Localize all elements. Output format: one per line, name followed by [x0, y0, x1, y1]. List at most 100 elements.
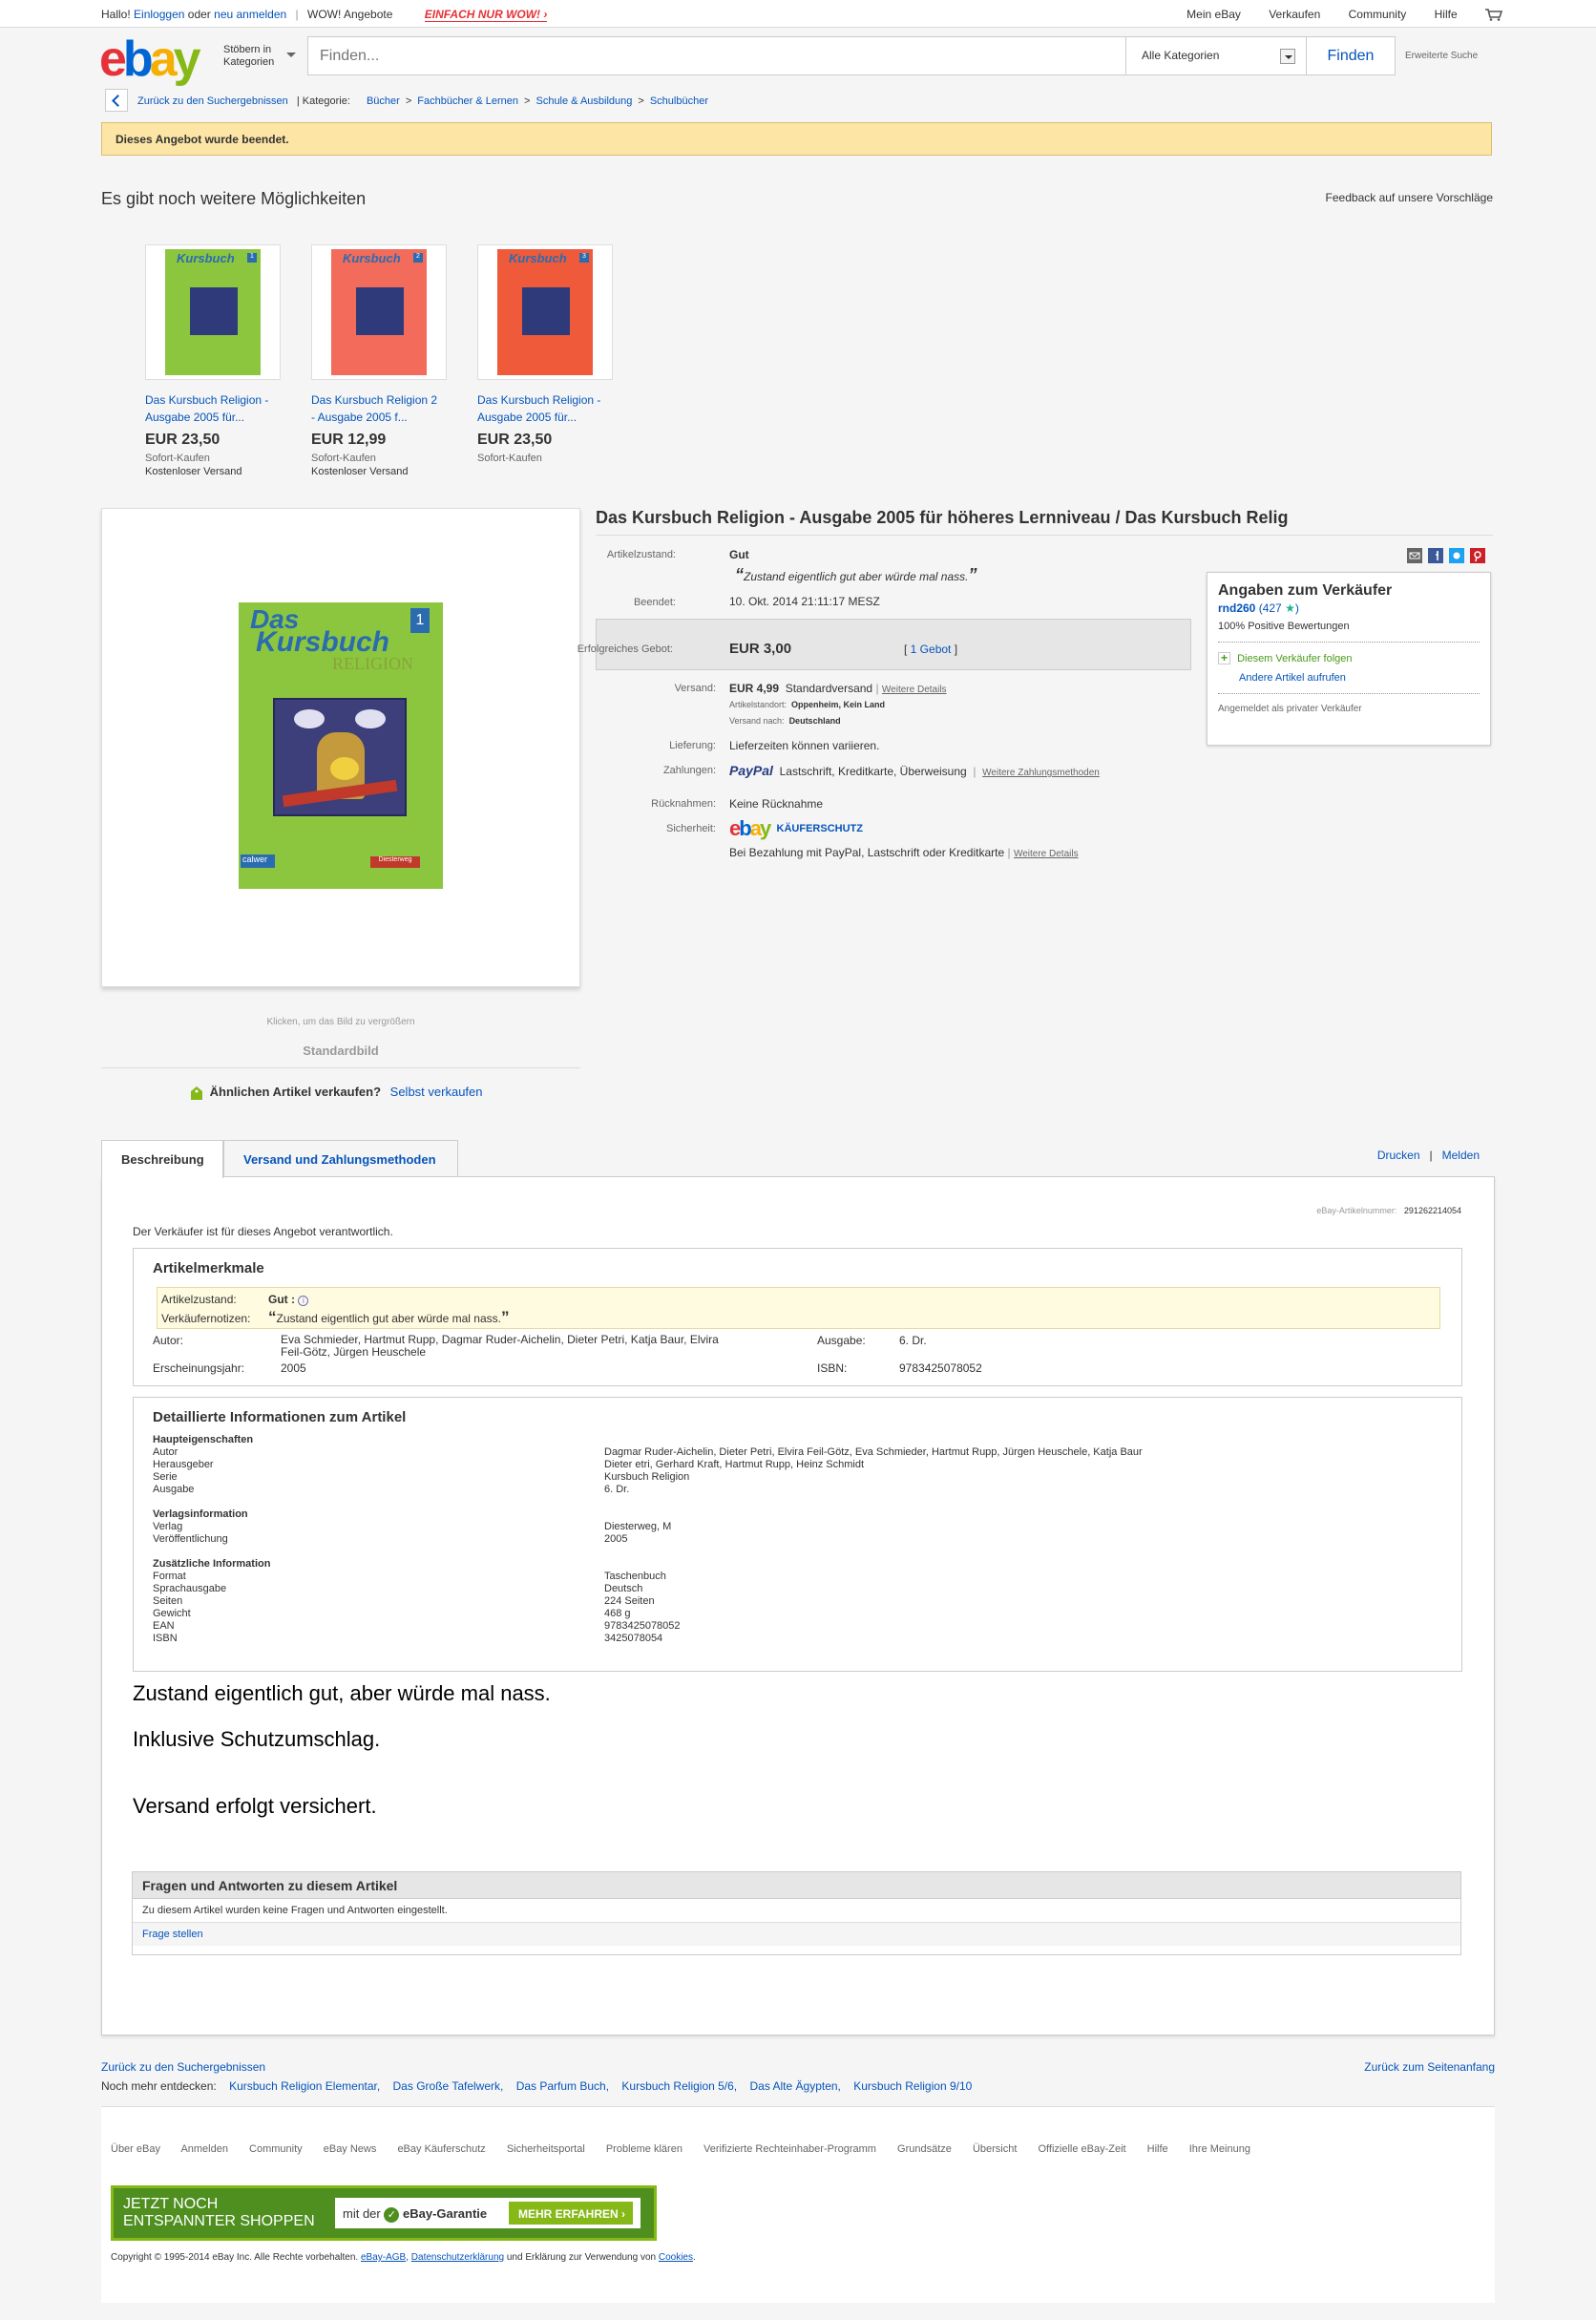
questions-answers-box: Fragen und Antworten zu diesem Artikel Z… — [132, 1871, 1461, 1955]
pinterest-icon[interactable] — [1470, 548, 1485, 563]
condition-note: “Zustand eigentlich gut aber würde mal n… — [735, 565, 977, 584]
item-title: Das Kursbuch Religion - Ausgabe 2005 für… — [596, 508, 1289, 527]
more-label: Noch mehr entdecken: — [101, 2079, 217, 2093]
back-to-results-link[interactable]: Zurück zu den Suchergebnissen — [137, 95, 288, 107]
recommendation-thumbnail[interactable]: 3 Kursbuch — [477, 244, 613, 380]
tab-description[interactable]: Beschreibung — [101, 1140, 223, 1178]
shipping-details-link[interactable]: Weitere Details — [882, 685, 947, 695]
detail-value: 9783425078052 — [604, 1620, 681, 1632]
footer-back-link[interactable]: Zurück zu den Suchergebnissen — [101, 2060, 265, 2074]
cover-art — [522, 287, 570, 335]
book-cover-image: 3 Kursbuch — [497, 249, 593, 375]
learn-more-button[interactable]: MEHR ERFAHREN › — [509, 2202, 633, 2225]
footer-link[interactable]: Grundsätze — [897, 2143, 952, 2155]
detail-key: Autor — [153, 1446, 178, 1458]
recommendation-title[interactable]: Das Kursbuch Religion - Ausgabe 2005 für.… — [477, 391, 620, 426]
recommendation-title-line: Das Kursbuch Religion 2 — [311, 393, 438, 407]
recommendation-title-line: Ausgabe 2005 für... — [477, 411, 578, 424]
breadcrumb-item[interactable]: Bücher — [367, 95, 400, 107]
terms-link[interactable]: eBay-AGB — [361, 2252, 406, 2263]
footer-link[interactable]: Probleme klären — [606, 2143, 682, 2155]
report-link[interactable]: Melden — [1442, 1149, 1480, 1162]
paypal-logo: PayPal — [729, 763, 773, 778]
guarantee-promo-banner[interactable]: JETZT NOCH ENTSPANNTER SHOPPEN mit der ✓ … — [111, 2185, 657, 2241]
explore-link[interactable]: Kursbuch Religion 5/6, — [621, 2079, 737, 2093]
footer-link[interactable]: eBay News — [324, 2143, 377, 2155]
recommendation-title[interactable]: Das Kursbuch Religion - Ausgabe 2005 für.… — [145, 391, 288, 426]
browse-categories-button[interactable]: Stöbern in Kategorien — [223, 44, 296, 69]
info-icon[interactable]: i — [298, 1296, 309, 1306]
login-link[interactable]: Einloggen — [134, 8, 184, 21]
explore-link[interactable]: Das Große Tafelwerk, — [393, 2079, 504, 2093]
bid-count-link[interactable]: [ 1 Gebot ] — [904, 643, 957, 656]
explore-link[interactable]: Kursbuch Religion Elementar, — [229, 2079, 380, 2093]
footer-link[interactable]: Anmelden — [180, 2143, 228, 2155]
community-link[interactable]: Community — [1349, 8, 1407, 21]
recommendation-title[interactable]: Das Kursbuch Religion 2 - Ausgabe 2005 f.… — [311, 391, 454, 426]
wow-offers-link[interactable]: WOW! Angebote — [307, 8, 392, 21]
recommendation-shipping: Kostenloser Versand — [145, 466, 242, 477]
logo-a: a — [149, 32, 178, 87]
search-input[interactable] — [308, 37, 1125, 74]
footer-link[interactable]: Community — [249, 2143, 303, 2155]
footer-link[interactable]: Hilfe — [1147, 2143, 1168, 2155]
find-button[interactable]: Finden — [1306, 36, 1396, 75]
recommendation-card[interactable]: 1 Kursbuch Das Kursbuch Religion - Ausgab… — [145, 244, 288, 477]
footer-link[interactable]: Übersicht — [973, 2143, 1017, 2155]
recommendation-card[interactable]: 2 Kursbuch Das Kursbuch Religion 2 - Ausg… — [311, 244, 454, 477]
recommendation-card[interactable]: 3 Kursbuch Das Kursbuch Religion - Ausgab… — [477, 244, 620, 466]
footer-link[interactable]: eBay Käuferschutz — [397, 2143, 485, 2155]
footer-link[interactable]: Verifizierte Rechteinhaber-Programm — [704, 2143, 876, 2155]
recommendation-type: Sofort-Kaufen — [311, 453, 376, 464]
explore-link[interactable]: Das Alte Ägypten, — [750, 2079, 841, 2093]
feedback-score-link[interactable]: 427 — [1263, 601, 1282, 615]
detail-key: Veröffentlichung — [153, 1533, 228, 1545]
category-select[interactable]: Alle Kategorien — [1125, 37, 1307, 74]
print-link[interactable]: Drucken — [1377, 1149, 1420, 1162]
sell-similar-text: Ähnlichen Artikel verkaufen? — [209, 1085, 382, 1099]
explore-link[interactable]: Das Parfum Buch, — [516, 2079, 609, 2093]
email-icon[interactable] — [1407, 548, 1422, 563]
feedback-link[interactable]: Feedback auf unsere Vorschläge — [1326, 191, 1493, 204]
follow-seller-row[interactable]: + Diesem Verkäufer folgen — [1218, 652, 1480, 664]
my-ebay-link[interactable]: Mein eBay — [1186, 8, 1241, 21]
footer-link[interactable]: Sicherheitsportal — [507, 2143, 585, 2155]
breadcrumb-item[interactable]: Schulbücher — [650, 95, 708, 107]
detail-row: ISBN 3425078054 — [153, 1633, 1432, 1645]
cookies-link[interactable]: Cookies — [659, 2252, 693, 2263]
seller-name-link[interactable]: rnd260 — [1218, 601, 1255, 615]
ship-to-label: Versand nach: — [729, 716, 785, 726]
explore-link[interactable]: Kursbuch Religion 9/10 — [853, 2079, 972, 2093]
advanced-search-link[interactable]: Erweiterte Suche — [1405, 51, 1478, 61]
wow-banner[interactable]: EINFACH NUR WOW! › — [424, 8, 548, 22]
facebook-icon[interactable] — [1428, 548, 1443, 563]
security-details-link[interactable]: Weitere Details — [1014, 849, 1079, 859]
seller-notes-value: “Zustand eigentlich gut aber würde mal n… — [268, 1308, 510, 1326]
cart-icon[interactable] — [1485, 9, 1502, 22]
ebay-logo[interactable]: ebay — [99, 32, 201, 87]
follow-seller-link[interactable]: Diesem Verkäufer folgen — [1237, 653, 1352, 664]
footer-link[interactable]: Ihre Meinung — [1189, 2143, 1250, 2155]
ask-question-link[interactable]: Frage stellen — [142, 1929, 203, 1940]
back-arrow-icon[interactable] — [105, 89, 128, 112]
twitter-icon[interactable] — [1449, 548, 1464, 563]
recommendation-thumbnail[interactable]: 1 Kursbuch — [145, 244, 281, 380]
sell-link[interactable]: Verkaufen — [1269, 8, 1320, 21]
breadcrumb-item[interactable]: Schule & Ausbildung — [536, 95, 632, 107]
footer-link[interactable]: Über eBay — [111, 2143, 160, 2155]
tab-shipping-payment[interactable]: Versand und Zahlungsmethoden — [223, 1140, 458, 1177]
more-payment-methods-link[interactable]: Weitere Zahlungsmethoden — [982, 768, 1100, 778]
back-to-top-link[interactable]: Zurück zum Seitenanfang — [1364, 2060, 1495, 2074]
edition-value: 6. Dr. — [899, 1334, 927, 1347]
help-link[interactable]: Hilfe — [1435, 8, 1458, 21]
shipping-label: Versand: — [674, 683, 716, 694]
breadcrumb-item[interactable]: Fachbücher & Lernen — [417, 95, 518, 107]
sell-yourself-link[interactable]: Selbst verkaufen — [390, 1085, 483, 1099]
register-link[interactable]: neu anmelden — [214, 8, 286, 21]
other-items-link[interactable]: Andere Artikel aufrufen — [1239, 672, 1480, 684]
main-image-viewer[interactable]: Das Kursbuch RELIGION 1 calwer Diesterwe… — [101, 508, 580, 987]
seller-heading: Angaben zum Verkäufer — [1218, 582, 1393, 599]
privacy-link[interactable]: Datenschutzerklärung — [411, 2252, 504, 2263]
footer-link[interactable]: Offizielle eBay-Zeit — [1039, 2143, 1126, 2155]
recommendation-thumbnail[interactable]: 2 Kursbuch — [311, 244, 447, 380]
